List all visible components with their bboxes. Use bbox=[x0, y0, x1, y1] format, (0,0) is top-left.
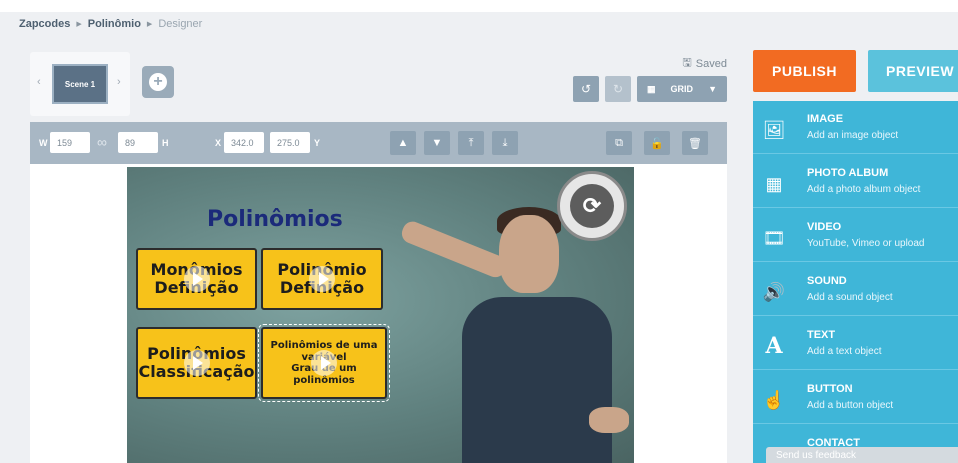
redo-icon: ↻ bbox=[612, 82, 624, 96]
video-tile-monomios[interactable]: Monômios Definição bbox=[136, 248, 257, 310]
scene-next-icon[interactable]: › bbox=[117, 76, 121, 88]
send-to-back-button[interactable]: ⤓ bbox=[492, 131, 518, 155]
panel-item-title: BUTTON bbox=[807, 383, 853, 395]
triangle-up-icon: ▲ bbox=[397, 137, 409, 149]
publish-button[interactable]: PUBLISH bbox=[753, 50, 856, 92]
link-icon[interactable]: ∞ bbox=[97, 134, 115, 152]
properties-bar: W 159 ∞ 89 H X 342.0 275.0 Y ▲ ▼ ⤒ ⤓ ⧉ 🔓… bbox=[30, 122, 727, 164]
x-label: X bbox=[215, 138, 222, 148]
feedback-tab[interactable]: Send us feedback bbox=[766, 447, 958, 463]
panel-item-subtitle: Add a text object bbox=[807, 346, 882, 357]
panel-item-button[interactable]: ☝ BUTTON Add a button object bbox=[753, 371, 958, 424]
sound-icon: 🔊 bbox=[762, 281, 786, 302]
stage-title[interactable]: Polinômios bbox=[207, 207, 343, 232]
chevron-right-icon: ▶ bbox=[76, 21, 82, 28]
panel-item-title: IMAGE bbox=[807, 113, 844, 125]
delete-button[interactable]: 🗑 bbox=[682, 131, 708, 155]
photo-album-icon: ▦ bbox=[765, 173, 783, 194]
lock-button[interactable]: 🔓 bbox=[644, 131, 670, 155]
grid-toggle-button[interactable]: ▦ GRID ▼ bbox=[637, 76, 727, 102]
redo-button[interactable]: ↻ bbox=[605, 76, 631, 102]
breadcrumb-item-current: Designer bbox=[158, 18, 203, 30]
undo-button[interactable]: ↺ bbox=[573, 76, 599, 102]
lock-icon: 🔓 bbox=[650, 137, 664, 150]
image-icon: 🖼 bbox=[762, 119, 786, 140]
panel-item-subtitle: Add an image object bbox=[807, 130, 899, 141]
video-icon: 🎞 bbox=[762, 227, 786, 248]
breadcrumb: Zapcodes ▶ Polinômio ▶ Designer bbox=[19, 18, 202, 30]
scene-navigator: ‹ Scene 1 › bbox=[30, 52, 130, 116]
plus-icon: + bbox=[149, 73, 167, 91]
play-icon bbox=[309, 266, 335, 292]
duplicate-button[interactable]: ⧉ bbox=[606, 131, 632, 155]
panel-item-subtitle: Add a photo album object bbox=[807, 184, 921, 195]
panel-item-video[interactable]: 🎞 VIDEO YouTube, Vimeo or upload bbox=[753, 209, 958, 262]
breadcrumb-item-zapcodes[interactable]: Zapcodes bbox=[19, 18, 70, 30]
play-icon bbox=[311, 350, 337, 376]
button-icon: ☝ bbox=[762, 389, 786, 410]
panel-item-text[interactable]: A TEXT Add a text object bbox=[753, 317, 958, 370]
panel-item-photo-album[interactable]: ▦ PHOTO ALBUM Add a photo album object bbox=[753, 155, 958, 208]
saved-label: Saved bbox=[695, 57, 727, 70]
panel-item-title: VIDEO bbox=[807, 221, 842, 233]
breadcrumb-item-project[interactable]: Polinômio bbox=[88, 18, 141, 30]
channel-logo: ⟳ bbox=[557, 171, 627, 241]
undo-icon: ↺ bbox=[580, 82, 592, 96]
logo-mark-icon: ⟳ bbox=[570, 184, 614, 228]
bring-to-front-icon: ⤒ bbox=[468, 136, 474, 149]
scene-thumbnail[interactable]: Scene 1 bbox=[52, 64, 108, 104]
presenter-head bbox=[499, 215, 559, 293]
x-input[interactable]: 342.0 bbox=[224, 132, 264, 153]
move-up-button[interactable]: ▲ bbox=[390, 131, 416, 155]
video-tile-grau[interactable]: Polinômios de uma variável Grau de um po… bbox=[258, 324, 390, 402]
panel-item-sound[interactable]: 🔊 SOUND Add a sound object bbox=[753, 263, 958, 316]
object-panel: 🖼 IMAGE Add an image object ▦ PHOTO ALBU… bbox=[753, 101, 958, 463]
height-input[interactable]: 89 bbox=[118, 132, 158, 153]
panel-item-title: PHOTO ALBUM bbox=[807, 167, 889, 179]
presenter-hand bbox=[589, 407, 629, 433]
width-label: W bbox=[39, 138, 48, 148]
y-label: Y bbox=[314, 138, 321, 148]
trash-icon: 🗑 bbox=[688, 137, 702, 150]
grid-icon: ▦ bbox=[647, 83, 656, 94]
chevron-down-icon: ▼ bbox=[708, 84, 717, 94]
text-icon: A bbox=[765, 333, 783, 359]
video-tile-polinomio-definicao[interactable]: Polinômio Definição bbox=[261, 248, 383, 310]
send-to-back-icon: ⤓ bbox=[502, 136, 508, 149]
copy-icon: ⧉ bbox=[615, 136, 623, 149]
saved-status: 🖫 Saved bbox=[682, 54, 727, 73]
move-down-button[interactable]: ▼ bbox=[424, 131, 450, 155]
triangle-down-icon: ▼ bbox=[431, 137, 443, 149]
chevron-right-icon: ▶ bbox=[146, 21, 153, 28]
grid-label: GRID bbox=[670, 84, 694, 94]
play-icon bbox=[183, 350, 210, 376]
top-bar bbox=[0, 0, 958, 12]
panel-item-subtitle: Add a button object bbox=[807, 400, 894, 411]
bring-to-front-button[interactable]: ⤒ bbox=[458, 131, 484, 155]
video-tile-classificacao[interactable]: Polinômios Classificação bbox=[136, 327, 257, 399]
panel-item-image[interactable]: 🖼 IMAGE Add an image object bbox=[753, 101, 958, 154]
play-icon bbox=[183, 266, 210, 292]
add-scene-button[interactable]: + bbox=[142, 66, 174, 98]
save-icon: 🖫 bbox=[682, 57, 692, 69]
preview-button[interactable]: PREVIEW bbox=[868, 50, 958, 92]
panel-item-subtitle: Add a sound object bbox=[807, 292, 893, 303]
panel-item-title: SOUND bbox=[807, 275, 847, 287]
height-label: H bbox=[162, 138, 169, 148]
design-canvas: ⟳ Polinômios Monômios Definição Polinômi… bbox=[30, 164, 727, 463]
width-input[interactable]: 159 bbox=[50, 132, 90, 153]
y-input[interactable]: 275.0 bbox=[270, 132, 310, 153]
panel-item-subtitle: YouTube, Vimeo or upload bbox=[807, 238, 925, 249]
panel-item-title: TEXT bbox=[807, 329, 836, 341]
scene-prev-icon[interactable]: ‹ bbox=[37, 76, 41, 88]
presenter-body bbox=[462, 297, 612, 463]
scene-stage[interactable]: ⟳ Polinômios Monômios Definição Polinômi… bbox=[127, 167, 634, 463]
